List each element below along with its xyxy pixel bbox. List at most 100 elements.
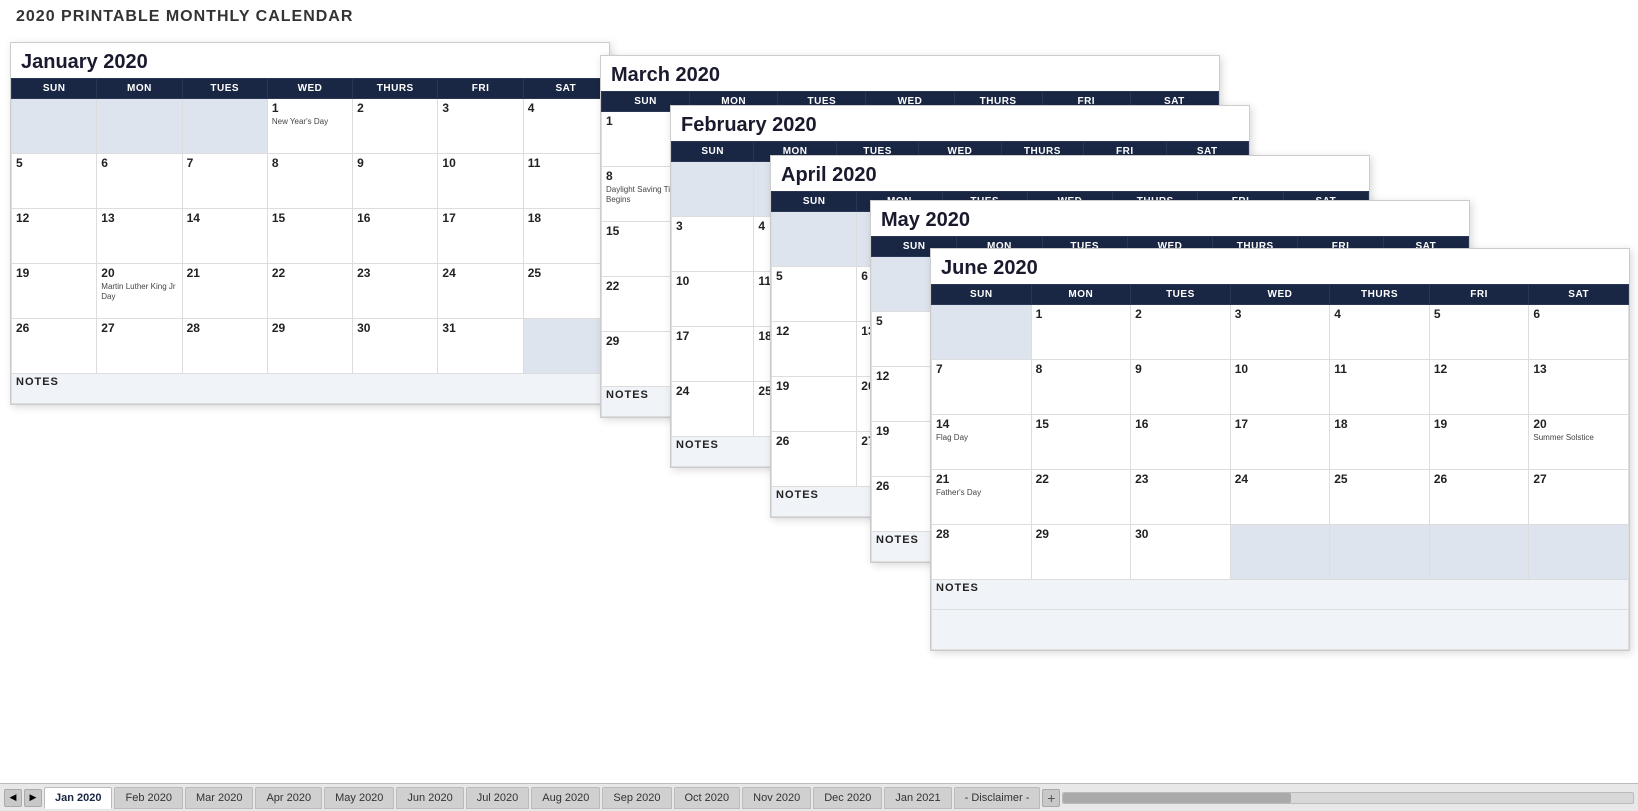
- tab-next-button[interactable]: ▶: [24, 789, 42, 807]
- table-cell: 27: [1529, 470, 1629, 525]
- table-cell: [672, 162, 754, 217]
- tab-prev-button[interactable]: ◀: [4, 789, 22, 807]
- table-row: 7 8 9 10 11 12 13: [932, 360, 1629, 415]
- table-row: 5 6 7 8 9 10 11: [12, 154, 609, 209]
- table-cell: [1330, 525, 1430, 580]
- tab-may-2020[interactable]: May 2020: [324, 787, 394, 809]
- table-cell: 10: [1230, 360, 1330, 415]
- table-cell: 11: [1330, 360, 1430, 415]
- jan-fri: FRI: [438, 79, 523, 99]
- table-row: 21Father's Day 22 23 24 25 26 27: [932, 470, 1629, 525]
- table-cell: 12: [12, 209, 97, 264]
- june-table: SUN MON TUES WED THURS FRI SAT 1 2 3 4 5: [931, 284, 1629, 650]
- table-cell: 3: [672, 217, 754, 272]
- jun-wed: WED: [1230, 285, 1330, 305]
- table-cell: 1: [1031, 305, 1131, 360]
- june-title: June 2020: [931, 249, 1629, 284]
- table-cell: 7: [182, 154, 267, 209]
- jan-wed: WED: [267, 79, 352, 99]
- table-cell: 25: [523, 264, 608, 319]
- table-cell: [772, 212, 857, 267]
- table-cell: 21: [182, 264, 267, 319]
- tab-jul-2020[interactable]: Jul 2020: [466, 787, 530, 809]
- table-cell: 22: [267, 264, 352, 319]
- table-cell: 23: [1131, 470, 1231, 525]
- tab-apr-2020[interactable]: Apr 2020: [255, 787, 322, 809]
- table-cell: 7: [932, 360, 1032, 415]
- table-row: 1 2 3 4 5 6: [932, 305, 1629, 360]
- tab-aug-2020[interactable]: Aug 2020: [531, 787, 600, 809]
- may-title: May 2020: [871, 201, 1469, 236]
- table-row: 28 29 30: [932, 525, 1629, 580]
- main-container: 2020 PRINTABLE MONTHLY CALENDAR January …: [0, 0, 1638, 811]
- june-calendar: June 2020 SUN MON TUES WED THURS FRI SAT…: [930, 248, 1630, 651]
- tab-jan-2020[interactable]: Jan 2020: [44, 787, 112, 809]
- table-cell: 16: [353, 209, 438, 264]
- jun-tues: TUES: [1131, 285, 1231, 305]
- table-cell: 19: [1429, 415, 1529, 470]
- table-cell: [523, 319, 608, 374]
- tab-mar-2020[interactable]: Mar 2020: [185, 787, 253, 809]
- table-cell: 4: [523, 99, 608, 154]
- table-cell: 24: [672, 382, 754, 437]
- notes-row: NOTES: [12, 374, 609, 404]
- table-cell: 28: [932, 525, 1032, 580]
- tab-nov-2020[interactable]: Nov 2020: [742, 787, 811, 809]
- table-cell: 5: [12, 154, 97, 209]
- horizontal-scrollbar[interactable]: [1062, 792, 1634, 804]
- table-row: 12 13 14 15 16 17 18: [12, 209, 609, 264]
- table-cell: 10: [438, 154, 523, 209]
- notes-label: NOTES: [932, 580, 1629, 610]
- table-cell: 6: [1529, 305, 1629, 360]
- january-calendar: January 2020 SUN MON TUES WED THURS FRI …: [10, 42, 610, 405]
- notes-label: NOTES: [12, 374, 609, 404]
- tab-disclaimer[interactable]: - Disclaimer -: [954, 787, 1041, 809]
- table-cell: 8: [267, 154, 352, 209]
- table-cell: 20Summer Solstice: [1529, 415, 1629, 470]
- table-cell: [182, 99, 267, 154]
- tab-jun-2020[interactable]: Jun 2020: [396, 787, 463, 809]
- table-cell: 16: [1131, 415, 1231, 470]
- tab-sep-2020[interactable]: Sep 2020: [602, 787, 671, 809]
- table-cell: 28: [182, 319, 267, 374]
- table-cell: 25: [1330, 470, 1430, 525]
- table-cell: [1429, 525, 1529, 580]
- notes-content: [932, 610, 1629, 650]
- table-cell: 17: [438, 209, 523, 264]
- table-cell: 30: [353, 319, 438, 374]
- apr-sun: SUN: [772, 192, 857, 212]
- table-cell: 24: [438, 264, 523, 319]
- tab-oct-2020[interactable]: Oct 2020: [674, 787, 741, 809]
- jun-fri: FRI: [1429, 285, 1529, 305]
- table-cell: 1New Year's Day: [267, 99, 352, 154]
- tab-dec-2020[interactable]: Dec 2020: [813, 787, 882, 809]
- table-cell: 5: [772, 267, 857, 322]
- tab-bar: ◀ ▶ Jan 2020 Feb 2020 Mar 2020 Apr 2020 …: [0, 783, 1638, 811]
- feb-sun: SUN: [672, 142, 754, 162]
- january-title: January 2020: [11, 43, 609, 78]
- tab-jan-2021[interactable]: Jan 2021: [884, 787, 951, 809]
- table-cell: 30: [1131, 525, 1231, 580]
- table-row: 26 27 28 29 30 31: [12, 319, 609, 374]
- table-cell: 4: [1330, 305, 1430, 360]
- table-cell: 15: [267, 209, 352, 264]
- table-cell: 13: [1529, 360, 1629, 415]
- jan-sat: SAT: [523, 79, 608, 99]
- january-table: SUN MON TUES WED THURS FRI SAT 1New Year…: [11, 78, 609, 404]
- table-cell: [1230, 525, 1330, 580]
- table-cell: 26: [772, 432, 857, 487]
- table-cell: 31: [438, 319, 523, 374]
- notes-content-row: [932, 610, 1629, 650]
- april-title: April 2020: [771, 156, 1369, 191]
- table-cell: 9: [1131, 360, 1231, 415]
- table-cell: 11: [523, 154, 608, 209]
- table-cell: 5: [1429, 305, 1529, 360]
- page-title: 2020 PRINTABLE MONTHLY CALENDAR: [0, 0, 1638, 30]
- scrollbar-thumb: [1063, 793, 1291, 803]
- tab-add-button[interactable]: +: [1042, 789, 1060, 807]
- table-cell: 15: [1031, 415, 1131, 470]
- table-cell: 13: [97, 209, 182, 264]
- jan-thurs: THURS: [353, 79, 438, 99]
- table-cell: 12: [1429, 360, 1529, 415]
- tab-feb-2020[interactable]: Feb 2020: [114, 787, 182, 809]
